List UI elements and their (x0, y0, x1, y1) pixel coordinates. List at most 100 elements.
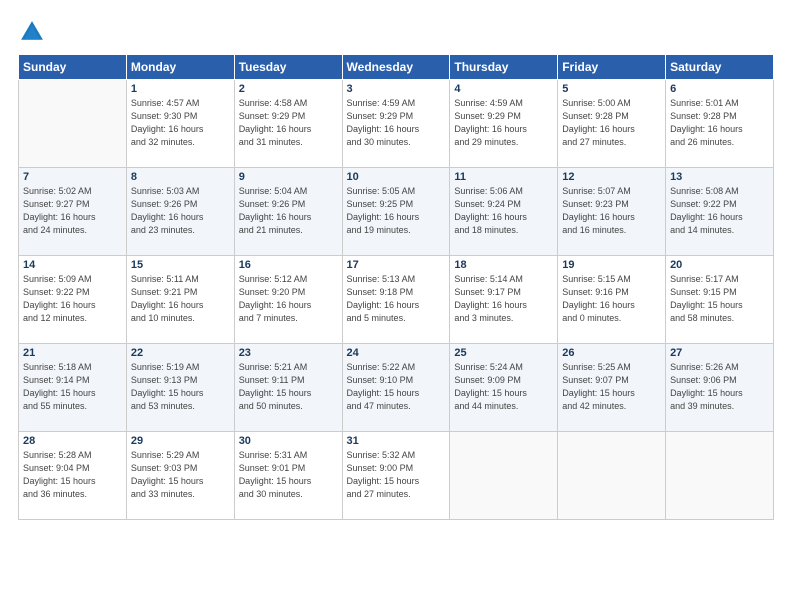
calendar-cell: 31 Sunrise: 5:32 AM Sunset: 9:00 PM Dayli… (342, 432, 450, 520)
calendar-cell: 21 Sunrise: 5:18 AM Sunset: 9:14 PM Dayli… (19, 344, 127, 432)
calendar-header-wednesday: Wednesday (342, 55, 450, 80)
day-info: Sunrise: 5:00 AM Sunset: 9:28 PM Dayligh… (562, 97, 661, 149)
calendar-week-row: 7 Sunrise: 5:02 AM Sunset: 9:27 PM Daylig… (19, 168, 774, 256)
calendar-header-tuesday: Tuesday (234, 55, 342, 80)
calendar-cell: 22 Sunrise: 5:19 AM Sunset: 9:13 PM Dayli… (126, 344, 234, 432)
calendar-cell: 8 Sunrise: 5:03 AM Sunset: 9:26 PM Daylig… (126, 168, 234, 256)
calendar-cell (19, 80, 127, 168)
day-number: 11 (454, 171, 553, 183)
day-number: 17 (347, 259, 446, 271)
calendar-cell: 16 Sunrise: 5:12 AM Sunset: 9:20 PM Dayli… (234, 256, 342, 344)
calendar-header-thursday: Thursday (450, 55, 558, 80)
calendar-week-row: 14Sunrise: 5:09 AM Sunset: 9:22 PM Dayli… (19, 256, 774, 344)
day-info: Sunrise: 5:26 AM Sunset: 9:06 PM Dayligh… (670, 361, 769, 413)
day-number: 25 (454, 347, 553, 359)
day-number: 6 (670, 83, 769, 95)
day-info: Sunrise: 5:13 AM Sunset: 9:18 PM Dayligh… (347, 273, 446, 325)
day-number: 7 (23, 171, 122, 183)
day-number: 27 (670, 347, 769, 359)
day-number: 24 (347, 347, 446, 359)
day-info: Sunrise: 4:59 AM Sunset: 9:29 PM Dayligh… (347, 97, 446, 149)
calendar-cell: 7 Sunrise: 5:02 AM Sunset: 9:27 PM Daylig… (19, 168, 127, 256)
day-number: 2 (239, 83, 338, 95)
calendar-cell (666, 432, 774, 520)
calendar-week-row: 1 Sunrise: 4:57 AM Sunset: 9:30 PM Daylig… (19, 80, 774, 168)
calendar-header-friday: Friday (558, 55, 666, 80)
day-info: Sunrise: 5:25 AM Sunset: 9:07 PM Dayligh… (562, 361, 661, 413)
logo-icon (18, 18, 46, 46)
day-number: 16 (239, 259, 338, 271)
day-number: 20 (670, 259, 769, 271)
calendar-cell: 23Sunrise: 5:21 AM Sunset: 9:11 PM Dayli… (234, 344, 342, 432)
day-info: Sunrise: 5:22 AM Sunset: 9:10 PM Dayligh… (347, 361, 446, 413)
calendar-cell: 11Sunrise: 5:06 AM Sunset: 9:24 PM Dayli… (450, 168, 558, 256)
day-info: Sunrise: 5:18 AM Sunset: 9:14 PM Dayligh… (23, 361, 122, 413)
day-info: Sunrise: 4:59 AM Sunset: 9:29 PM Dayligh… (454, 97, 553, 149)
day-number: 8 (131, 171, 230, 183)
calendar-cell: 6Sunrise: 5:01 AM Sunset: 9:28 PM Daylig… (666, 80, 774, 168)
calendar-week-row: 28 Sunrise: 5:28 AM Sunset: 9:04 PM Dayli… (19, 432, 774, 520)
day-number: 4 (454, 83, 553, 95)
day-info: Sunrise: 5:12 AM Sunset: 9:20 PM Dayligh… (239, 273, 338, 325)
calendar-cell: 14Sunrise: 5:09 AM Sunset: 9:22 PM Dayli… (19, 256, 127, 344)
calendar-header-saturday: Saturday (666, 55, 774, 80)
day-info: Sunrise: 5:02 AM Sunset: 9:27 PM Dayligh… (23, 185, 122, 237)
calendar-cell: 19 Sunrise: 5:15 AM Sunset: 9:16 PM Dayli… (558, 256, 666, 344)
calendar-cell: 27 Sunrise: 5:26 AM Sunset: 9:06 PM Dayli… (666, 344, 774, 432)
day-number: 23 (239, 347, 338, 359)
day-info: Sunrise: 5:29 AM Sunset: 9:03 PM Dayligh… (131, 449, 230, 501)
day-info: Sunrise: 5:24 AM Sunset: 9:09 PM Dayligh… (454, 361, 553, 413)
day-info: Sunrise: 5:05 AM Sunset: 9:25 PM Dayligh… (347, 185, 446, 237)
day-number: 12 (562, 171, 661, 183)
day-number: 18 (454, 259, 553, 271)
calendar-cell: 30 Sunrise: 5:31 AM Sunset: 9:01 PM Dayli… (234, 432, 342, 520)
day-info: Sunrise: 4:58 AM Sunset: 9:29 PM Dayligh… (239, 97, 338, 149)
day-number: 10 (347, 171, 446, 183)
calendar-cell: 1 Sunrise: 4:57 AM Sunset: 9:30 PM Daylig… (126, 80, 234, 168)
day-info: Sunrise: 5:14 AM Sunset: 9:17 PM Dayligh… (454, 273, 553, 325)
day-info: Sunrise: 5:32 AM Sunset: 9:00 PM Dayligh… (347, 449, 446, 501)
calendar-cell: 4 Sunrise: 4:59 AM Sunset: 9:29 PM Daylig… (450, 80, 558, 168)
day-info: Sunrise: 5:04 AM Sunset: 9:26 PM Dayligh… (239, 185, 338, 237)
day-info: Sunrise: 5:09 AM Sunset: 9:22 PM Dayligh… (23, 273, 122, 325)
calendar-cell: 9 Sunrise: 5:04 AM Sunset: 9:26 PM Daylig… (234, 168, 342, 256)
calendar-cell: 25 Sunrise: 5:24 AM Sunset: 9:09 PM Dayli… (450, 344, 558, 432)
calendar-table: SundayMondayTuesdayWednesdayThursdayFrid… (18, 54, 774, 520)
day-info: Sunrise: 5:31 AM Sunset: 9:01 PM Dayligh… (239, 449, 338, 501)
day-number: 19 (562, 259, 661, 271)
day-number: 9 (239, 171, 338, 183)
calendar-cell (450, 432, 558, 520)
calendar-cell: 20 Sunrise: 5:17 AM Sunset: 9:15 PM Dayli… (666, 256, 774, 344)
day-number: 21 (23, 347, 122, 359)
day-number: 31 (347, 435, 446, 447)
calendar-week-row: 21 Sunrise: 5:18 AM Sunset: 9:14 PM Dayli… (19, 344, 774, 432)
calendar-cell: 17 Sunrise: 5:13 AM Sunset: 9:18 PM Dayli… (342, 256, 450, 344)
day-number: 26 (562, 347, 661, 359)
day-number: 28 (23, 435, 122, 447)
calendar-cell: 26 Sunrise: 5:25 AM Sunset: 9:07 PM Dayli… (558, 344, 666, 432)
day-info: Sunrise: 5:19 AM Sunset: 9:13 PM Dayligh… (131, 361, 230, 413)
calendar-cell: 12Sunrise: 5:07 AM Sunset: 9:23 PM Dayli… (558, 168, 666, 256)
day-number: 22 (131, 347, 230, 359)
calendar-cell: 15 Sunrise: 5:11 AM Sunset: 9:21 PM Dayli… (126, 256, 234, 344)
calendar-cell: 10 Sunrise: 5:05 AM Sunset: 9:25 PM Dayli… (342, 168, 450, 256)
calendar-cell: 18 Sunrise: 5:14 AM Sunset: 9:17 PM Dayli… (450, 256, 558, 344)
day-number: 30 (239, 435, 338, 447)
day-number: 3 (347, 83, 446, 95)
day-number: 1 (131, 83, 230, 95)
day-info: Sunrise: 5:11 AM Sunset: 9:21 PM Dayligh… (131, 273, 230, 325)
day-info: Sunrise: 5:17 AM Sunset: 9:15 PM Dayligh… (670, 273, 769, 325)
day-number: 15 (131, 259, 230, 271)
day-number: 13 (670, 171, 769, 183)
day-info: Sunrise: 4:57 AM Sunset: 9:30 PM Dayligh… (131, 97, 230, 149)
page: SundayMondayTuesdayWednesdayThursdayFrid… (0, 0, 792, 612)
calendar-cell: 29 Sunrise: 5:29 AM Sunset: 9:03 PM Dayli… (126, 432, 234, 520)
calendar-header-sunday: Sunday (19, 55, 127, 80)
calendar-cell: 5Sunrise: 5:00 AM Sunset: 9:28 PM Daylig… (558, 80, 666, 168)
day-info: Sunrise: 5:03 AM Sunset: 9:26 PM Dayligh… (131, 185, 230, 237)
calendar-cell: 3 Sunrise: 4:59 AM Sunset: 9:29 PM Daylig… (342, 80, 450, 168)
day-number: 29 (131, 435, 230, 447)
day-info: Sunrise: 5:28 AM Sunset: 9:04 PM Dayligh… (23, 449, 122, 501)
calendar-cell: 24 Sunrise: 5:22 AM Sunset: 9:10 PM Dayli… (342, 344, 450, 432)
day-info: Sunrise: 5:15 AM Sunset: 9:16 PM Dayligh… (562, 273, 661, 325)
